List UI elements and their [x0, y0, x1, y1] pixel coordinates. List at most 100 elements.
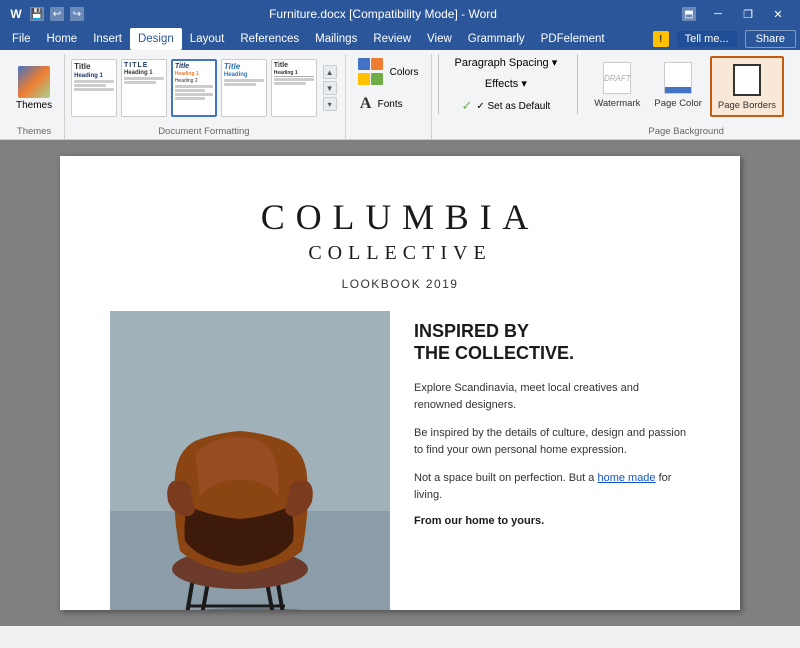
paragraph3-text1: Not a space built on perfection. But a [414, 472, 597, 484]
colors-icon [356, 56, 388, 88]
colors-label: Colors [390, 67, 419, 78]
color-swatch-green [371, 73, 383, 85]
page-color-button[interactable]: Page Color [648, 56, 708, 113]
fonts-icon: A [356, 94, 376, 114]
menu-insert[interactable]: Insert [85, 28, 130, 50]
scroll-down-button[interactable]: ▼ [323, 81, 337, 95]
menu-pdfelement[interactable]: PDFelement [533, 28, 613, 50]
thumb-text [224, 79, 264, 82]
page-borders-icon [731, 62, 763, 98]
set-default-label: ✓ Set as Default [476, 101, 550, 112]
heading-line2: THE COLLECTIVE. [414, 343, 574, 363]
thumb-text [124, 81, 156, 84]
window-title: Furniture.docx [Compatibility Mode] - Wo… [84, 7, 682, 21]
colors-fonts-group: Colors A Fonts [348, 54, 432, 139]
document-page: COLUMBIA COLLECTIVE LOOKBOOK 2019 [60, 156, 740, 610]
quick-access-redo[interactable]: ↪ [70, 7, 84, 21]
home-made-link[interactable]: home made [597, 472, 655, 484]
menu-references[interactable]: References [232, 28, 307, 50]
doc-format-label: Document Formatting [71, 124, 336, 139]
page-borders-icon-img [733, 64, 761, 96]
format-thumb-2[interactable]: TITLE Heading 1 [121, 59, 167, 117]
menu-file[interactable]: File [4, 28, 39, 50]
document-title-sub: COLLECTIVE [110, 242, 690, 265]
share-button[interactable]: Share [745, 30, 796, 48]
thumb-text [274, 78, 314, 81]
fonts-button[interactable]: A Fonts [352, 92, 407, 116]
thumb-text [175, 89, 205, 92]
document-content-row: INSPIRED BY THE COLLECTIVE. Explore Scan… [110, 311, 690, 610]
format-thumb-5[interactable]: Title Heading 1 [271, 59, 317, 117]
menu-mailings[interactable]: Mailings [307, 28, 365, 50]
thumb-text [74, 80, 114, 83]
minimize-button[interactable]: ─ [704, 0, 732, 28]
menu-review[interactable]: Review [365, 28, 419, 50]
scroll-more-button[interactable]: ▾ [323, 97, 337, 111]
thumb-text [224, 83, 256, 86]
tell-me-help[interactable]: Tell me... [677, 31, 737, 47]
page-borders-button[interactable]: Page Borders [710, 56, 784, 117]
format-thumb-1[interactable]: Title Heading 1 [71, 59, 117, 117]
document-image [110, 311, 390, 610]
page-color-strip [665, 87, 691, 93]
check-icon: ✓ [461, 98, 472, 114]
thumb-text [74, 84, 106, 87]
thumb-text [274, 82, 306, 85]
effects-content: Paragraph Spacing ▾ Effects ▾ ✓ ✓ Set as… [449, 54, 564, 139]
effects-button[interactable]: Effects ▾ [479, 75, 533, 92]
page-color-icon-img [664, 62, 692, 94]
menu-design[interactable]: Design [130, 28, 182, 50]
watermark-button[interactable]: DRAFT Watermark [588, 56, 646, 113]
restore-button[interactable]: ❐ [734, 0, 762, 28]
format-thumb-4[interactable]: Title Heading [221, 59, 267, 117]
document-text-column: INSPIRED BY THE COLLECTIVE. Explore Scan… [414, 311, 690, 527]
document-paragraph-4: From our home to yours. [414, 515, 690, 527]
page-background-label: Page Background [588, 124, 784, 139]
themes-button[interactable]: Themes [12, 64, 56, 113]
themes-group: Themes Themes [8, 54, 65, 139]
thumb-text [175, 85, 213, 88]
effects-label: Effects ▾ [485, 77, 527, 90]
title-bar-right: ⬒ ─ ❐ ✕ [682, 0, 792, 28]
watermark-icon-img: DRAFT [603, 62, 631, 94]
paragraph-spacing-button[interactable]: Paragraph Spacing ▾ [449, 54, 564, 71]
window-controls: ─ ❐ ✕ [704, 0, 792, 28]
chair-svg [110, 311, 390, 610]
color-swatch-blue [358, 58, 370, 70]
format-scroll-arrows: ▲ ▼ ▾ [323, 65, 337, 111]
color-swatch-yellow [358, 73, 370, 85]
ribbon-divider-2 [577, 54, 578, 114]
close-button[interactable]: ✕ [764, 0, 792, 28]
menu-home[interactable]: Home [39, 28, 86, 50]
set-default-button[interactable]: ✓ ✓ Set as Default [455, 96, 556, 116]
color-swatch-orange [371, 58, 383, 70]
colors-button[interactable]: Colors [352, 54, 423, 90]
format-thumb-3[interactable]: Title Heading 1 Heading 2 [171, 59, 217, 117]
document-paragraph-3: Not a space built on perfection. But a h… [414, 470, 690, 503]
page-bg-content: DRAFT Watermark Page Color [588, 54, 784, 122]
themes-group-label: Themes [12, 124, 56, 139]
quick-access-save[interactable]: 💾 [30, 7, 44, 21]
scroll-up-button[interactable]: ▲ [323, 65, 337, 79]
menu-view[interactable]: View [419, 28, 460, 50]
word-app-icon: W [8, 6, 24, 22]
document-area: COLUMBIA COLLECTIVE LOOKBOOK 2019 [0, 140, 800, 626]
quick-access-undo[interactable]: ↩ [50, 7, 64, 21]
ribbon-help-area: ! Tell me... Share [653, 30, 796, 48]
page-borders-label: Page Borders [718, 100, 776, 111]
menu-grammarly[interactable]: Grammarly [460, 28, 533, 50]
effects-group: Paragraph Spacing ▾ Effects ▾ ✓ ✓ Set as… [445, 54, 572, 139]
ribbon-content: Themes Themes Title Heading 1 TITLE H [0, 50, 800, 139]
heading-line1: INSPIRED BY [414, 321, 529, 341]
menu-layout[interactable]: Layout [182, 28, 233, 50]
paragraph-spacing-label: Paragraph Spacing ▾ [455, 56, 558, 69]
ribbon-display-options[interactable]: ⬒ [682, 7, 696, 21]
watermark-label: Watermark [594, 98, 640, 109]
document-paragraph-1: Explore Scandinavia, meet local creative… [414, 380, 690, 413]
page-color-label: Page Color [654, 98, 702, 109]
page-background-group: DRAFT Watermark Page Color [584, 54, 792, 139]
themes-label: Themes [16, 100, 52, 111]
colors-fonts-content: Colors A Fonts [352, 54, 423, 139]
title-bar: W 💾 ↩ ↪ Furniture.docx [Compatibility Mo… [0, 0, 800, 28]
watermark-icon: DRAFT [601, 60, 633, 96]
